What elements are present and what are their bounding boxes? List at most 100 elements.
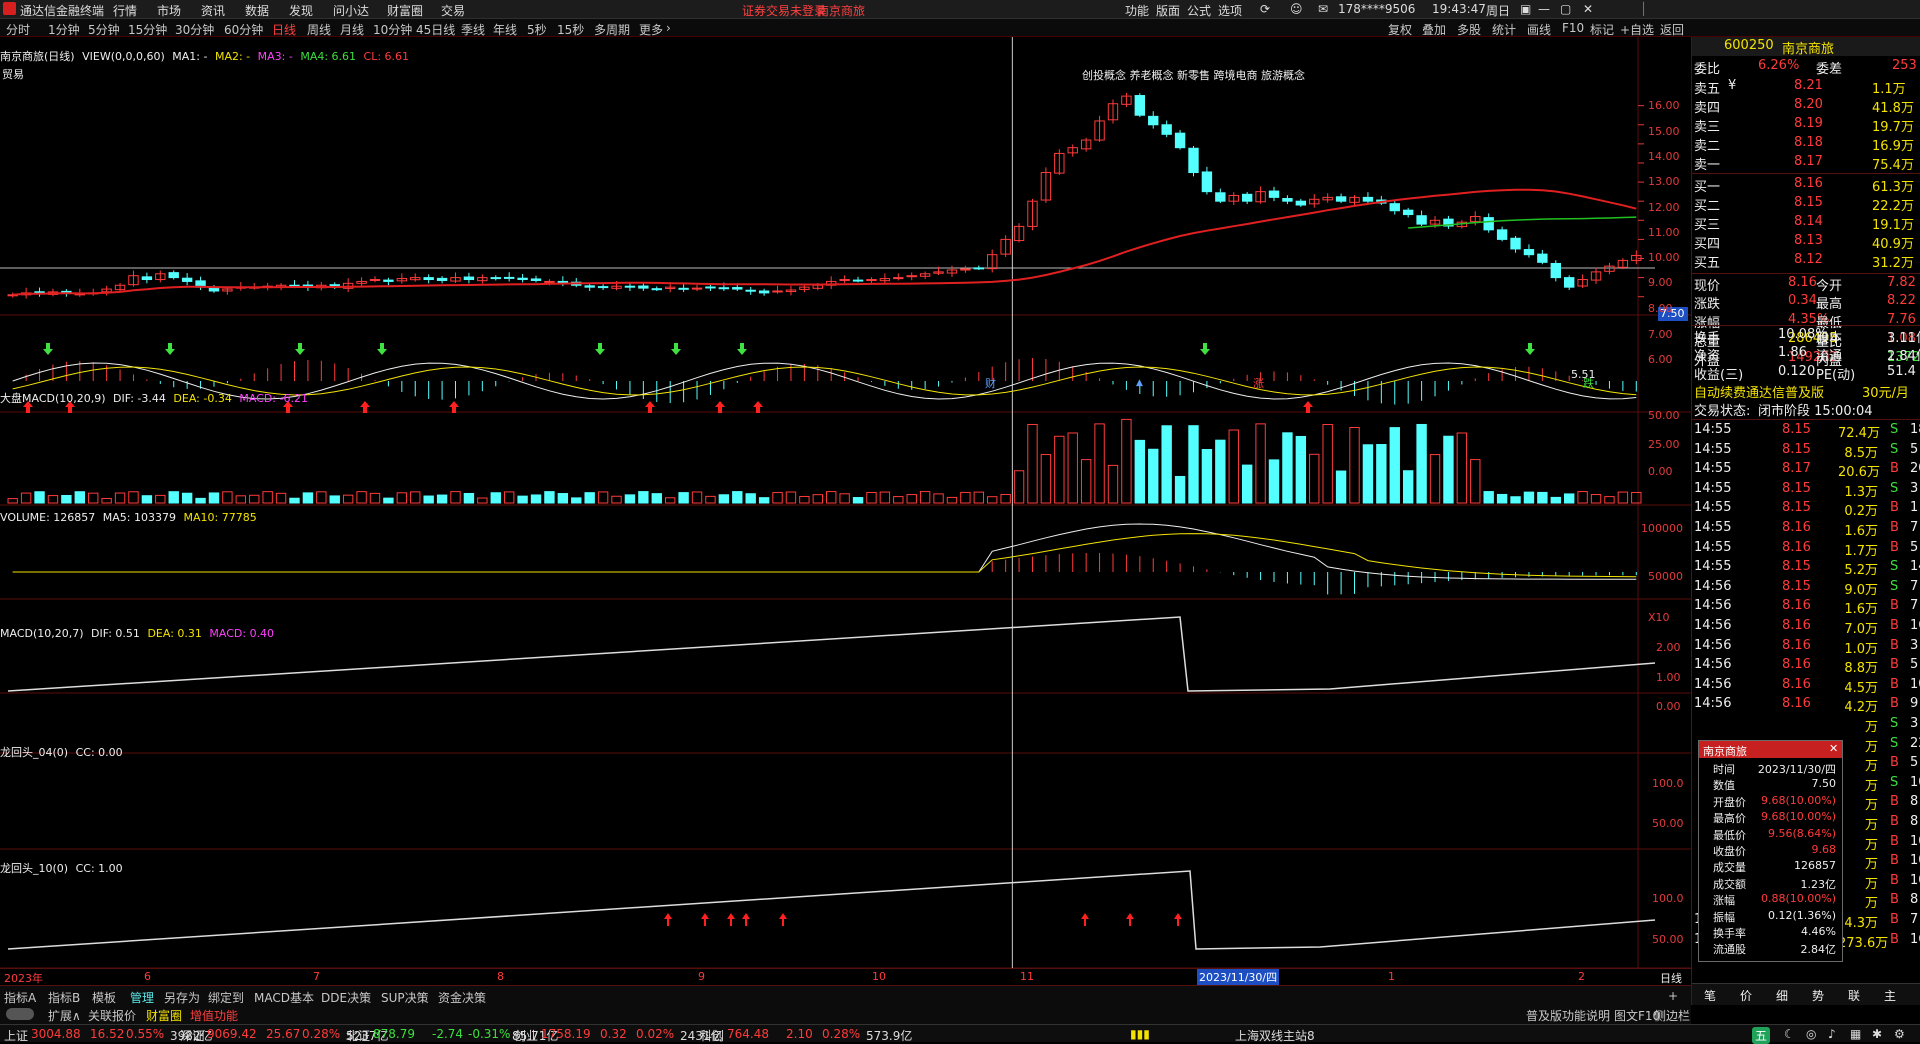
menu-item-6[interactable]: 财富圈 <box>387 2 423 19</box>
tool-8[interactable]: 返回 <box>1660 21 1684 38</box>
add-tab-icon[interactable]: + <box>1668 989 1678 1003</box>
tick-row[interactable]: 14:56 8.16 4.5万 B 10 <box>1692 676 1920 696</box>
mark-zhang[interactable]: 涨 <box>1253 375 1264 391</box>
tick-row[interactable]: 14:56 8.16 7.0万 B 16 <box>1692 617 1920 637</box>
btab-3[interactable]: 管理 <box>130 989 154 1006</box>
more-chevron-icon[interactable]: › <box>666 21 671 35</box>
tray-icon-3[interactable]: ◎ <box>1806 1027 1816 1041</box>
tick-row[interactable]: 14:55 8.15 5.2万 S 14 <box>1692 558 1920 578</box>
btab2-2[interactable]: 财富圈 <box>146 1007 182 1024</box>
period-2[interactable]: 5分钟 <box>88 21 120 38</box>
tick-row[interactable]: 14:56 8.16 4.2万 B 9 <box>1692 695 1920 715</box>
main-title[interactable]: 南京商旅(日线) <box>0 50 75 63</box>
bright-2[interactable]: 侧边栏 <box>1654 1007 1690 1024</box>
period-14[interactable]: 15秒 <box>557 21 584 38</box>
tick-row[interactable]: 14:55 8.15 8.5万 S 5 <box>1692 441 1920 461</box>
menu-item-5[interactable]: 问小达 <box>333 2 369 19</box>
menu-options[interactable]: 选项 <box>1218 2 1242 19</box>
period-0[interactable]: 分时 <box>6 21 30 38</box>
period-9[interactable]: 10分钟 <box>373 21 412 38</box>
tick-row[interactable]: 14:55 8.16 1.7万 B 5 <box>1692 539 1920 559</box>
tick-row[interactable]: 14:55 8.17 20.6万 B 20 <box>1692 460 1920 480</box>
msg-icon[interactable]: ✉ <box>1318 2 1328 16</box>
tool-2[interactable]: 多股 <box>1457 21 1481 38</box>
tick-row[interactable]: 14:55 8.15 0.2万 B 1 <box>1692 499 1920 519</box>
close-icon[interactable]: ✕ <box>1583 2 1593 16</box>
bid-row[interactable]: 买一 8.16 61.3万 <box>1692 175 1920 195</box>
period-3[interactable]: 15分钟 <box>128 21 167 38</box>
menu-formula[interactable]: 公式 <box>1187 2 1211 19</box>
tool-5[interactable]: F10 <box>1562 21 1584 35</box>
account-label[interactable]: 178****9506 <box>1338 2 1415 16</box>
tool-4[interactable]: 画线 <box>1527 21 1551 38</box>
period-1[interactable]: 1分钟 <box>48 21 80 38</box>
btab-2[interactable]: 模板 <box>92 989 116 1006</box>
period-4[interactable]: 30分钟 <box>175 21 214 38</box>
lht04-title[interactable]: 龙回头_04(0) <box>0 746 68 759</box>
toggle-icon[interactable] <box>6 1008 34 1020</box>
promo-row[interactable]: 自动续费通达信普及版 30元/月 <box>1692 381 1920 401</box>
tick-row[interactable]: 14:56 8.16 1.0万 B 3 <box>1692 637 1920 657</box>
stock-code[interactable]: 600250 <box>1724 38 1774 53</box>
macd-big-title[interactable]: 大盘MACD(10,20,9) <box>0 392 106 405</box>
stock-name[interactable]: 南京商旅 <box>1782 38 1834 57</box>
period-5[interactable]: 60分钟 <box>224 21 263 38</box>
tick-row[interactable]: 14:56 8.15 9.0万 S 7 <box>1692 578 1920 598</box>
btab2-3[interactable]: 增值功能 <box>190 1007 238 1024</box>
tick-row[interactable]: 14:55 8.15 1.3万 S 3 <box>1692 480 1920 500</box>
mark-triangle[interactable]: ▲ <box>1136 378 1143 388</box>
btab-4[interactable]: 另存为 <box>164 989 200 1006</box>
menu-item-3[interactable]: 数据 <box>245 2 269 19</box>
user-icon[interactable]: ☺ <box>1290 2 1303 16</box>
menu-func[interactable]: 功能 <box>1125 2 1149 19</box>
period-6[interactable]: 日线 <box>272 21 296 38</box>
btab-0[interactable]: 指标A <box>4 989 36 1006</box>
menu-item-4[interactable]: 发现 <box>289 2 313 19</box>
bid-row[interactable]: 买三 8.14 19.1万 <box>1692 213 1920 233</box>
tooltip-close-icon[interactable]: ✕ <box>1829 742 1838 755</box>
mark-die[interactable]: 跌 <box>1583 375 1594 391</box>
ask-row[interactable]: 卖四 8.20 41.8万 <box>1692 96 1920 116</box>
tray-icon-7[interactable]: ⚙ <box>1894 1027 1905 1041</box>
bright-0[interactable]: 普及版功能说明 <box>1526 1007 1610 1024</box>
tray-icon-5[interactable]: ▦ <box>1850 1027 1861 1041</box>
period-11[interactable]: 季线 <box>461 21 485 38</box>
tool-0[interactable]: 复权 <box>1388 21 1412 38</box>
tick-row[interactable]: 14:56 8.16 1.6万 B 7 <box>1692 597 1920 617</box>
btab2-0[interactable]: 扩展∧ <box>48 1007 81 1024</box>
period-15[interactable]: 多周期 <box>594 21 630 38</box>
period-16[interactable]: 更多 <box>639 21 663 38</box>
tool-6[interactable]: 标记 <box>1590 21 1614 38</box>
menu-item-0[interactable]: 行情 <box>113 2 137 19</box>
tool-3[interactable]: 统计 <box>1492 21 1516 38</box>
tray-icon-4[interactable]: ♪ <box>1828 1027 1836 1041</box>
tray-icon-wu[interactable]: 五 <box>1752 1027 1771 1044</box>
side-tab-5[interactable]: 主 <box>1884 987 1896 1004</box>
tool-1[interactable]: 叠加 <box>1422 21 1446 38</box>
btab-7[interactable]: DDE决策 <box>321 989 371 1006</box>
ask-row[interactable]: 卖一 8.17 75.4万 <box>1692 153 1920 173</box>
side-tab-1[interactable]: 价 <box>1740 987 1752 1004</box>
side-tab-3[interactable]: 势 <box>1812 987 1824 1004</box>
period-10[interactable]: 45日线 <box>416 21 455 38</box>
tray-moon-icon[interactable]: ☾ <box>1784 1027 1795 1041</box>
refresh-icon[interactable]: ⟳ <box>1260 2 1270 16</box>
bid-row[interactable]: 买二 8.15 22.2万 <box>1692 194 1920 214</box>
menu-item-1[interactable]: 市场 <box>157 2 181 19</box>
period-13[interactable]: 5秒 <box>527 21 547 38</box>
menu-layout[interactable]: 版面 <box>1156 2 1180 19</box>
tray-icon-6[interactable]: ✱ <box>1872 1027 1882 1041</box>
skin-icon[interactable]: ▣ <box>1520 2 1531 16</box>
bid-row[interactable]: 买四 8.13 40.9万 <box>1692 232 1920 252</box>
tick-row[interactable]: 万S3 <box>1692 715 1920 735</box>
btab-1[interactable]: 指标B <box>48 989 80 1006</box>
minimize-icon[interactable]: — <box>1538 2 1550 16</box>
tick-row[interactable]: 14:55 8.16 1.6万 B 7 <box>1692 519 1920 539</box>
tool-7[interactable]: +自选 <box>1620 21 1654 38</box>
server-label[interactable]: 上海双线主站8 <box>1235 1027 1315 1044</box>
ask-row[interactable]: 卖五 ¥8.21 1.1万 <box>1692 77 1920 97</box>
lht10-title[interactable]: 龙回头_10(0) <box>0 862 68 875</box>
ask-row[interactable]: 卖三 8.19 19.7万 <box>1692 115 1920 135</box>
volume-title[interactable]: VOLUME: 126857 <box>0 511 95 524</box>
macd-title[interactable]: MACD(10,20,7) <box>0 627 84 640</box>
